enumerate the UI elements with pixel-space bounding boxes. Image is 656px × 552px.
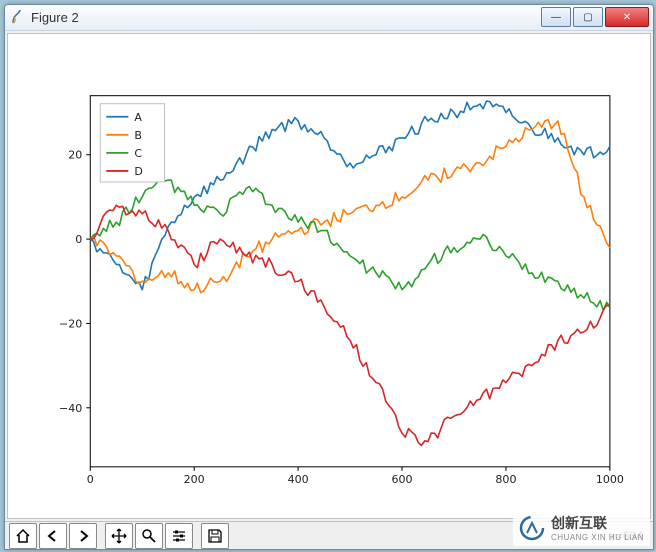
svg-text:D: D — [134, 165, 142, 178]
plot-canvas[interactable]: 0 200 400 600 800 1000 −40 −20 0 20 ABCD — [7, 33, 651, 520]
pan-button[interactable] — [105, 523, 133, 549]
watermark-text-en: CHUANG XIN HU LIAN — [551, 533, 644, 542]
forward-button[interactable] — [69, 523, 97, 549]
home-button[interactable] — [9, 523, 37, 549]
watermark-text-cn: 创新互联 — [551, 513, 644, 533]
svg-text:A: A — [134, 111, 142, 124]
window-titlebar[interactable]: Figure 2 — ▢ ✕ — [5, 5, 653, 31]
configure-button[interactable] — [165, 523, 193, 549]
svg-text:B: B — [134, 129, 142, 142]
home-icon — [15, 528, 31, 544]
figure-window: Figure 2 — ▢ ✕ 0 200 400 600 800 1000 −40 −20 0 2… — [4, 4, 654, 550]
zoom-button[interactable] — [135, 523, 163, 549]
svg-text:−20: −20 — [59, 317, 82, 330]
svg-text:0: 0 — [75, 233, 82, 246]
plot-svg: 0 200 400 600 800 1000 −40 −20 0 20 ABCD — [8, 34, 650, 519]
save-button[interactable] — [201, 523, 229, 549]
svg-text:−40: −40 — [59, 402, 82, 415]
maximize-button[interactable]: ▢ — [573, 7, 603, 27]
zoom-icon — [141, 528, 157, 544]
watermark: 创新互联 CHUANG XIN HU LIAN — [513, 509, 650, 546]
arrow-left-icon — [46, 529, 60, 543]
svg-text:20: 20 — [68, 149, 82, 162]
svg-text:1000: 1000 — [596, 473, 624, 486]
close-button[interactable]: ✕ — [605, 7, 649, 27]
minimize-button[interactable]: — — [541, 7, 571, 27]
app-icon — [9, 9, 25, 25]
svg-text:400: 400 — [288, 473, 309, 486]
arrow-right-icon — [76, 529, 90, 543]
back-button[interactable] — [39, 523, 67, 549]
watermark-icon — [519, 515, 545, 541]
svg-text:0: 0 — [87, 473, 94, 486]
svg-text:200: 200 — [184, 473, 205, 486]
pan-icon — [111, 528, 127, 544]
svg-text:600: 600 — [392, 473, 413, 486]
window-title: Figure 2 — [31, 10, 539, 25]
svg-text:800: 800 — [495, 473, 516, 486]
sliders-icon — [171, 528, 187, 544]
svg-text:C: C — [134, 147, 142, 160]
save-icon — [207, 528, 223, 544]
